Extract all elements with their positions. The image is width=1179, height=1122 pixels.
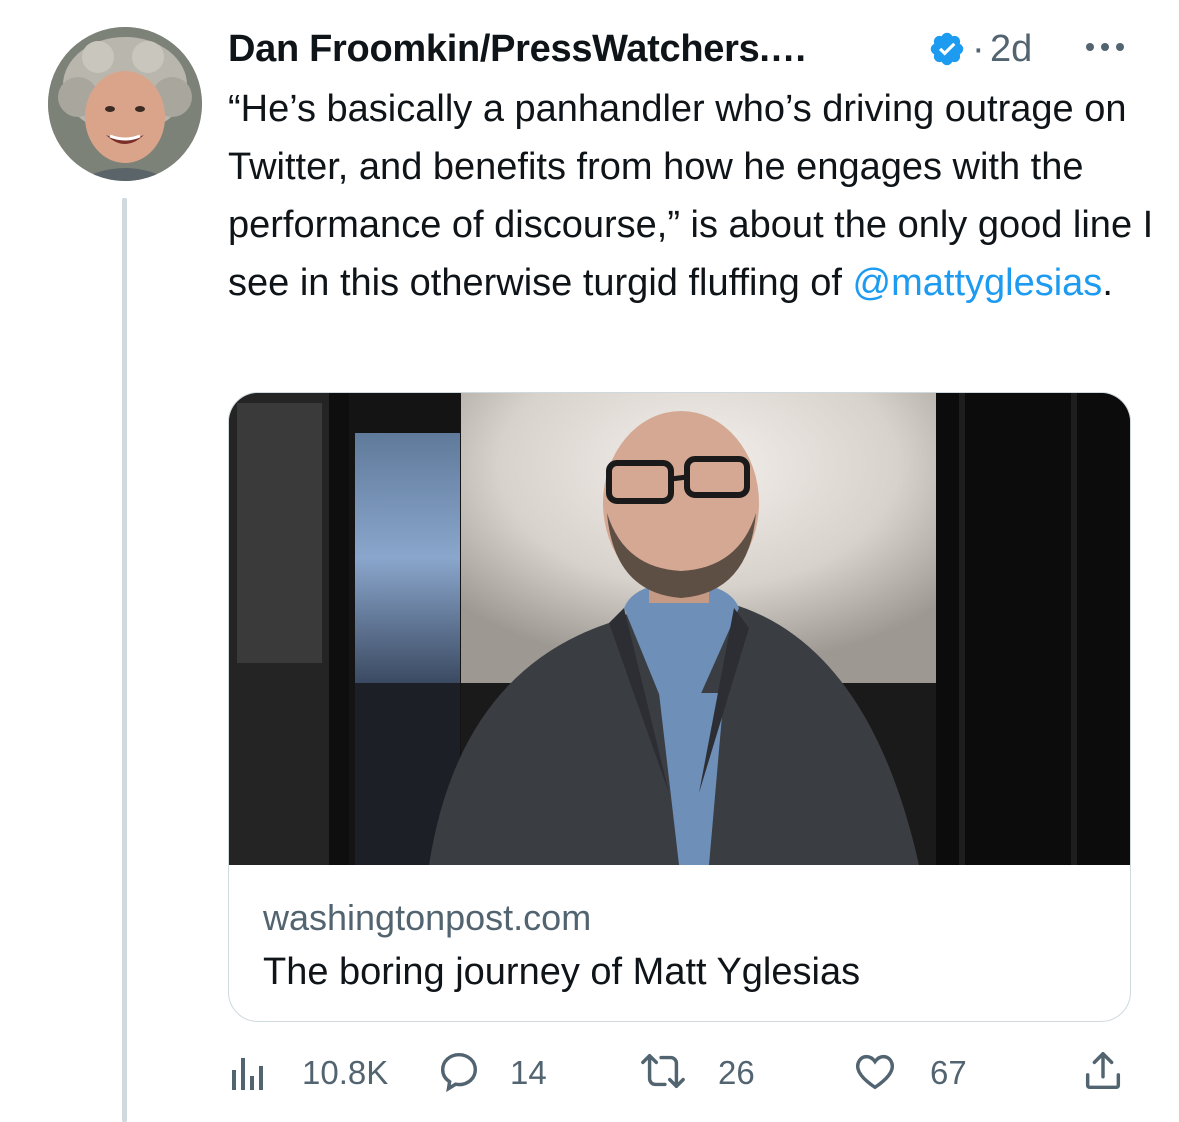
mention-link[interactable]: @mattyglesias: [853, 262, 1103, 304]
tweet-header: Dan Froomkin/PressWatchers.… · 2d: [228, 22, 1148, 72]
tweet-text-end: .: [1102, 262, 1113, 304]
tweet[interactable]: Dan Froomkin/PressWatchers.… · 2d “He’s …: [0, 0, 1179, 1122]
retweet-button[interactable]: 26: [638, 1046, 798, 1098]
link-preview-card[interactable]: washingtonpost.com The boring journey of…: [228, 392, 1131, 1022]
tweet-timestamp[interactable]: 2d: [990, 28, 1032, 71]
author-avatar[interactable]: [48, 27, 202, 181]
card-image: [229, 393, 1130, 865]
like-count: 67: [930, 1054, 967, 1091]
verified-badge-icon: [928, 30, 966, 68]
retweet-count: 26: [718, 1054, 755, 1091]
card-domain: washingtonpost.com: [263, 897, 592, 938]
card-title: The boring journey of Matt Yglesias: [263, 951, 861, 993]
views-button[interactable]: 10.8K: [228, 1046, 418, 1098]
share-button[interactable]: [1080, 1046, 1130, 1098]
views-count: 10.8K: [302, 1054, 389, 1091]
thread-line: [122, 198, 127, 1122]
tweet-text: “He’s basically a panhandler who’s drivi…: [228, 80, 1158, 312]
more-options-icon[interactable]: [1080, 32, 1130, 62]
reply-button[interactable]: 14: [436, 1046, 576, 1098]
like-button[interactable]: 67: [852, 1046, 1012, 1098]
tweet-actions: 10.8K 14 26 67: [228, 1046, 1138, 1098]
author-display-name[interactable]: Dan Froomkin/PressWatchers.…: [228, 28, 808, 71]
reply-count: 14: [510, 1054, 547, 1091]
separator-dot: ·: [972, 28, 985, 70]
